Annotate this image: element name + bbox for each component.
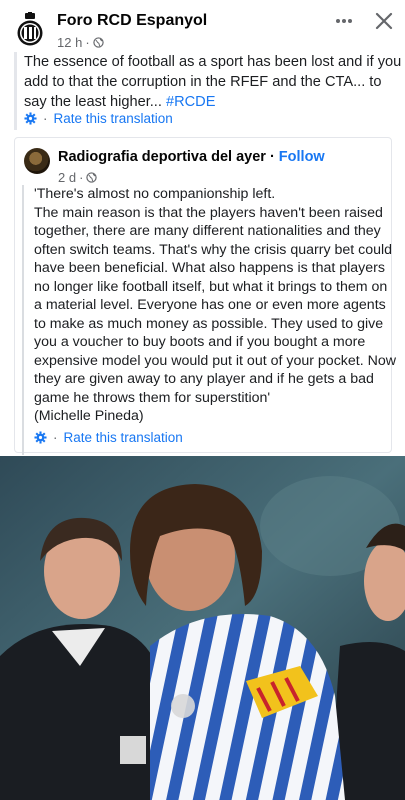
- rate-translation-link[interactable]: Rate this translation: [64, 430, 183, 445]
- shared-author-name[interactable]: Radiografia deportiva del ayer: [58, 149, 266, 165]
- more-horizontal-icon: [336, 19, 352, 23]
- shared-author-avatar[interactable]: [24, 148, 50, 174]
- shared-quote-text: 'There's almost no companionship left. T…: [34, 186, 396, 424]
- hashtag-link[interactable]: #RCDE: [166, 94, 215, 110]
- post-time[interactable]: 12 h: [57, 35, 82, 50]
- separator-dot: ·: [53, 430, 58, 445]
- shared-time[interactable]: 2 d: [58, 170, 76, 185]
- meta-separator: ·: [79, 170, 84, 185]
- globe-icon: [86, 172, 98, 183]
- close-button[interactable]: [372, 9, 396, 33]
- gear-icon: [24, 112, 37, 125]
- name-separator: ·: [269, 149, 279, 165]
- separator-dot: ·: [43, 111, 48, 126]
- rate-translation-row[interactable]: · Rate this translation: [24, 111, 173, 126]
- post-photo[interactable]: [0, 456, 405, 800]
- gear-icon: [34, 431, 47, 444]
- close-icon: [375, 12, 393, 30]
- quote-divider: [22, 185, 24, 455]
- shared-meta: 2 d ·: [58, 170, 98, 185]
- post-text: The essence of football as a sport has b…: [24, 52, 402, 112]
- follow-button[interactable]: Follow: [279, 149, 325, 165]
- post-header: Foro RCD Espanyol 12 h ·: [0, 0, 405, 52]
- shared-rate-translation-row[interactable]: · Rate this translation: [34, 430, 183, 445]
- more-options-button[interactable]: [333, 10, 355, 32]
- page-avatar-crest[interactable]: [16, 12, 44, 48]
- post-meta: 12 h ·: [57, 35, 104, 50]
- meta-separator: ·: [85, 35, 90, 50]
- page-name[interactable]: Foro RCD Espanyol: [57, 12, 207, 30]
- rate-translation-link[interactable]: Rate this translation: [54, 111, 173, 126]
- globe-icon: [92, 37, 104, 48]
- post-text-divider: [14, 52, 17, 130]
- shared-author-line: Radiografia deportiva del ayer · Follow: [58, 149, 325, 165]
